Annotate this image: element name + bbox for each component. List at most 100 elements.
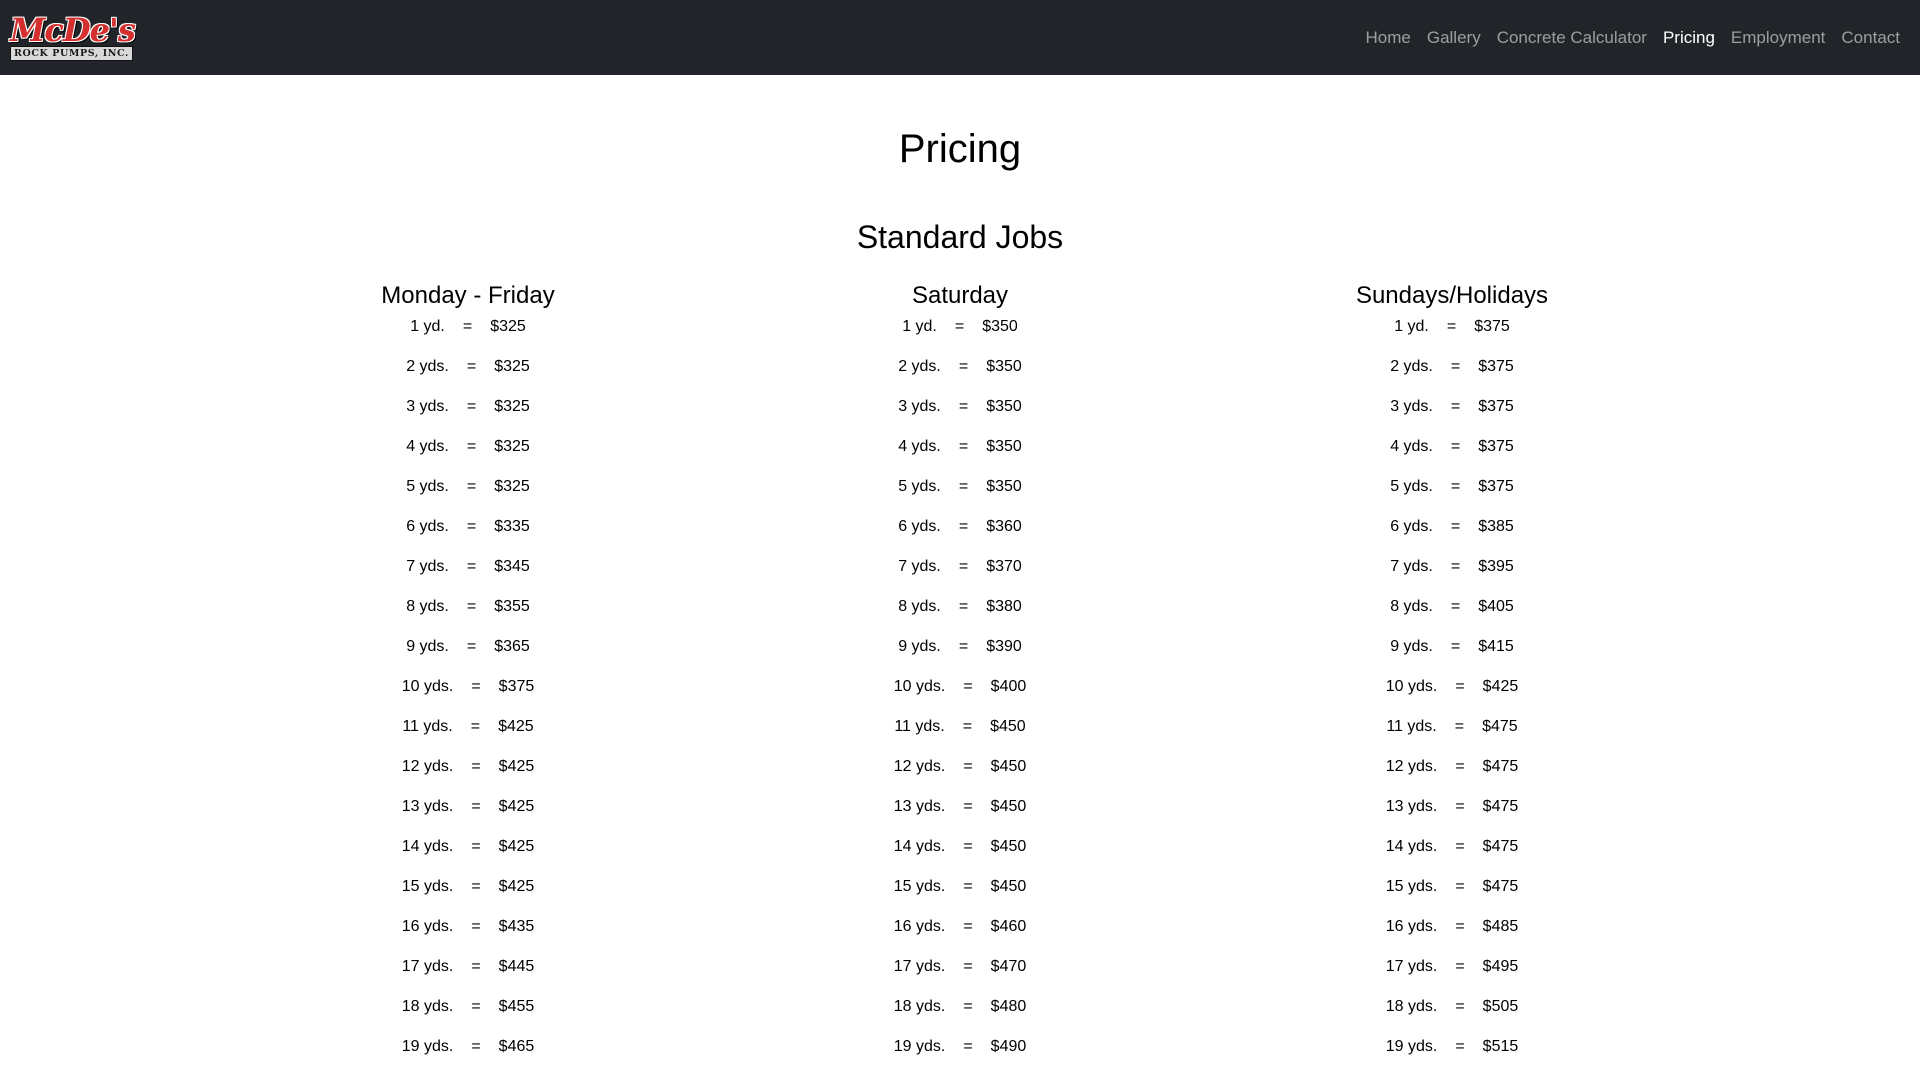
- equals-sign: =: [1450, 478, 1461, 495]
- nav-link-pricing[interactable]: Pricing: [1655, 28, 1723, 48]
- equals-sign: =: [1455, 798, 1465, 815]
- main-content: Pricing Standard Jobs Monday - Friday 1 y…: [0, 75, 1920, 1075]
- quantity: 3 yds.: [898, 398, 941, 415]
- equals-sign: =: [963, 798, 973, 815]
- price: $495: [1482, 958, 1519, 975]
- price-row: 15 yds. = $475: [1206, 875, 1698, 915]
- equals-sign: =: [1450, 598, 1461, 615]
- equals-sign: =: [958, 358, 969, 375]
- price-row: 13 yds. = $425: [222, 795, 714, 835]
- price-row: 10 yds. = $400: [714, 675, 1206, 715]
- section-title: Standard Jobs: [856, 219, 1064, 255]
- quantity: 1 yd.: [902, 318, 937, 335]
- price: $390: [986, 638, 1022, 655]
- price-row: 1 yd. = $375: [1206, 315, 1698, 355]
- quantity: 4 yds.: [406, 438, 449, 455]
- price: $415: [1478, 638, 1514, 655]
- equals-sign: =: [962, 718, 973, 735]
- equals-sign: =: [471, 798, 481, 815]
- price-row: 16 yds. = $485: [1206, 915, 1698, 955]
- price: $425: [498, 758, 535, 775]
- price: $450: [990, 838, 1027, 855]
- nav-link-gallery[interactable]: Gallery: [1419, 28, 1489, 48]
- price: $325: [494, 438, 530, 455]
- price: $425: [498, 838, 535, 855]
- quantity: 7 yds.: [406, 558, 449, 575]
- quantity: 13 yds.: [1385, 798, 1438, 815]
- nav-link-home[interactable]: Home: [1357, 28, 1418, 48]
- pricing-column-sunday-holiday: Sundays/Holidays 1 yd. = $375 2 yds. = $375 3 y…: [1206, 281, 1698, 1075]
- quantity: 4 yds.: [898, 438, 941, 455]
- equals-sign: =: [1455, 998, 1465, 1015]
- price: $350: [986, 478, 1022, 495]
- quantity: 1 yd.: [1394, 318, 1429, 335]
- equals-sign: =: [1450, 358, 1461, 375]
- equals-sign: =: [1450, 438, 1461, 455]
- price-row: 1 yd. = $350: [714, 315, 1206, 355]
- equals-sign: =: [470, 718, 481, 735]
- price: $475: [1482, 878, 1519, 895]
- equals-sign: =: [1450, 398, 1461, 415]
- price: $425: [498, 718, 534, 735]
- price: $375: [1478, 438, 1514, 455]
- pricing-column-weekday: Monday - Friday 1 yd. = $325 2 yds. = $325 3 yd…: [222, 281, 714, 1075]
- price: $450: [990, 878, 1027, 895]
- quantity: 1 yd.: [410, 318, 445, 335]
- site-logo[interactable]: McDe's ROCK PUMPS, INC.: [10, 12, 138, 64]
- quantity: 19 yds.: [893, 1038, 946, 1055]
- nav-link-contact[interactable]: Contact: [1833, 28, 1908, 48]
- price-row: 7 yds. = $370: [714, 555, 1206, 595]
- equals-sign: =: [1455, 758, 1465, 775]
- quantity: 9 yds.: [1390, 638, 1433, 655]
- equals-sign: =: [471, 998, 481, 1015]
- price-row: 16 yds. = $435: [222, 915, 714, 955]
- quantity: 13 yds.: [893, 798, 946, 815]
- price: $435: [498, 918, 535, 935]
- price: $485: [1482, 918, 1519, 935]
- price-row: 3 yds. = $375: [1206, 395, 1698, 435]
- equals-sign: =: [1455, 838, 1465, 855]
- price-row: 6 yds. = $335: [222, 515, 714, 555]
- price-row: 9 yds. = $365: [222, 635, 714, 675]
- column-title: Saturday: [911, 282, 1009, 309]
- quantity: 6 yds.: [1390, 518, 1433, 535]
- equals-sign: =: [466, 518, 477, 535]
- equals-sign: =: [963, 998, 973, 1015]
- price: $460: [990, 918, 1027, 935]
- price: $425: [498, 878, 535, 895]
- equals-sign: =: [1446, 318, 1457, 335]
- quantity: 17 yds.: [401, 958, 454, 975]
- price-row: 1 yd. = $325: [222, 315, 714, 355]
- equals-sign: =: [471, 918, 481, 935]
- price-row: 15 yds. = $425: [222, 875, 714, 915]
- nav-link-concrete-calculator[interactable]: Concrete Calculator: [1489, 28, 1655, 48]
- price-row: 14 yds. = $425: [222, 835, 714, 875]
- price: $450: [990, 758, 1027, 775]
- quantity: 11 yds.: [402, 718, 453, 735]
- price: $480: [990, 998, 1027, 1015]
- equals-sign: =: [471, 1038, 481, 1055]
- nav-link-employment[interactable]: Employment: [1723, 28, 1833, 48]
- price: $335: [494, 518, 530, 535]
- quantity: 8 yds.: [406, 598, 449, 615]
- quantity: 7 yds.: [898, 558, 941, 575]
- price-row: 8 yds. = $380: [714, 595, 1206, 635]
- price-row: 17 yds. = $445: [222, 955, 714, 995]
- price-row: 5 yds. = $350: [714, 475, 1206, 515]
- price: $475: [1482, 798, 1519, 815]
- price: $395: [1478, 558, 1514, 575]
- equals-sign: =: [466, 478, 477, 495]
- price-row: 10 yds. = $375: [222, 675, 714, 715]
- price-row: 17 yds. = $495: [1206, 955, 1698, 995]
- price: $465: [498, 1038, 535, 1055]
- quantity: 14 yds.: [401, 838, 454, 855]
- quantity: 11 yds.: [894, 718, 945, 735]
- quantity: 15 yds.: [893, 878, 946, 895]
- price: $325: [490, 318, 526, 335]
- price-row: 18 yds. = $505: [1206, 995, 1698, 1035]
- price-row: 18 yds. = $480: [714, 995, 1206, 1035]
- equals-sign: =: [466, 438, 477, 455]
- price-row: 4 yds. = $375: [1206, 435, 1698, 475]
- quantity: 19 yds.: [401, 1038, 454, 1055]
- quantity: 14 yds.: [1385, 838, 1438, 855]
